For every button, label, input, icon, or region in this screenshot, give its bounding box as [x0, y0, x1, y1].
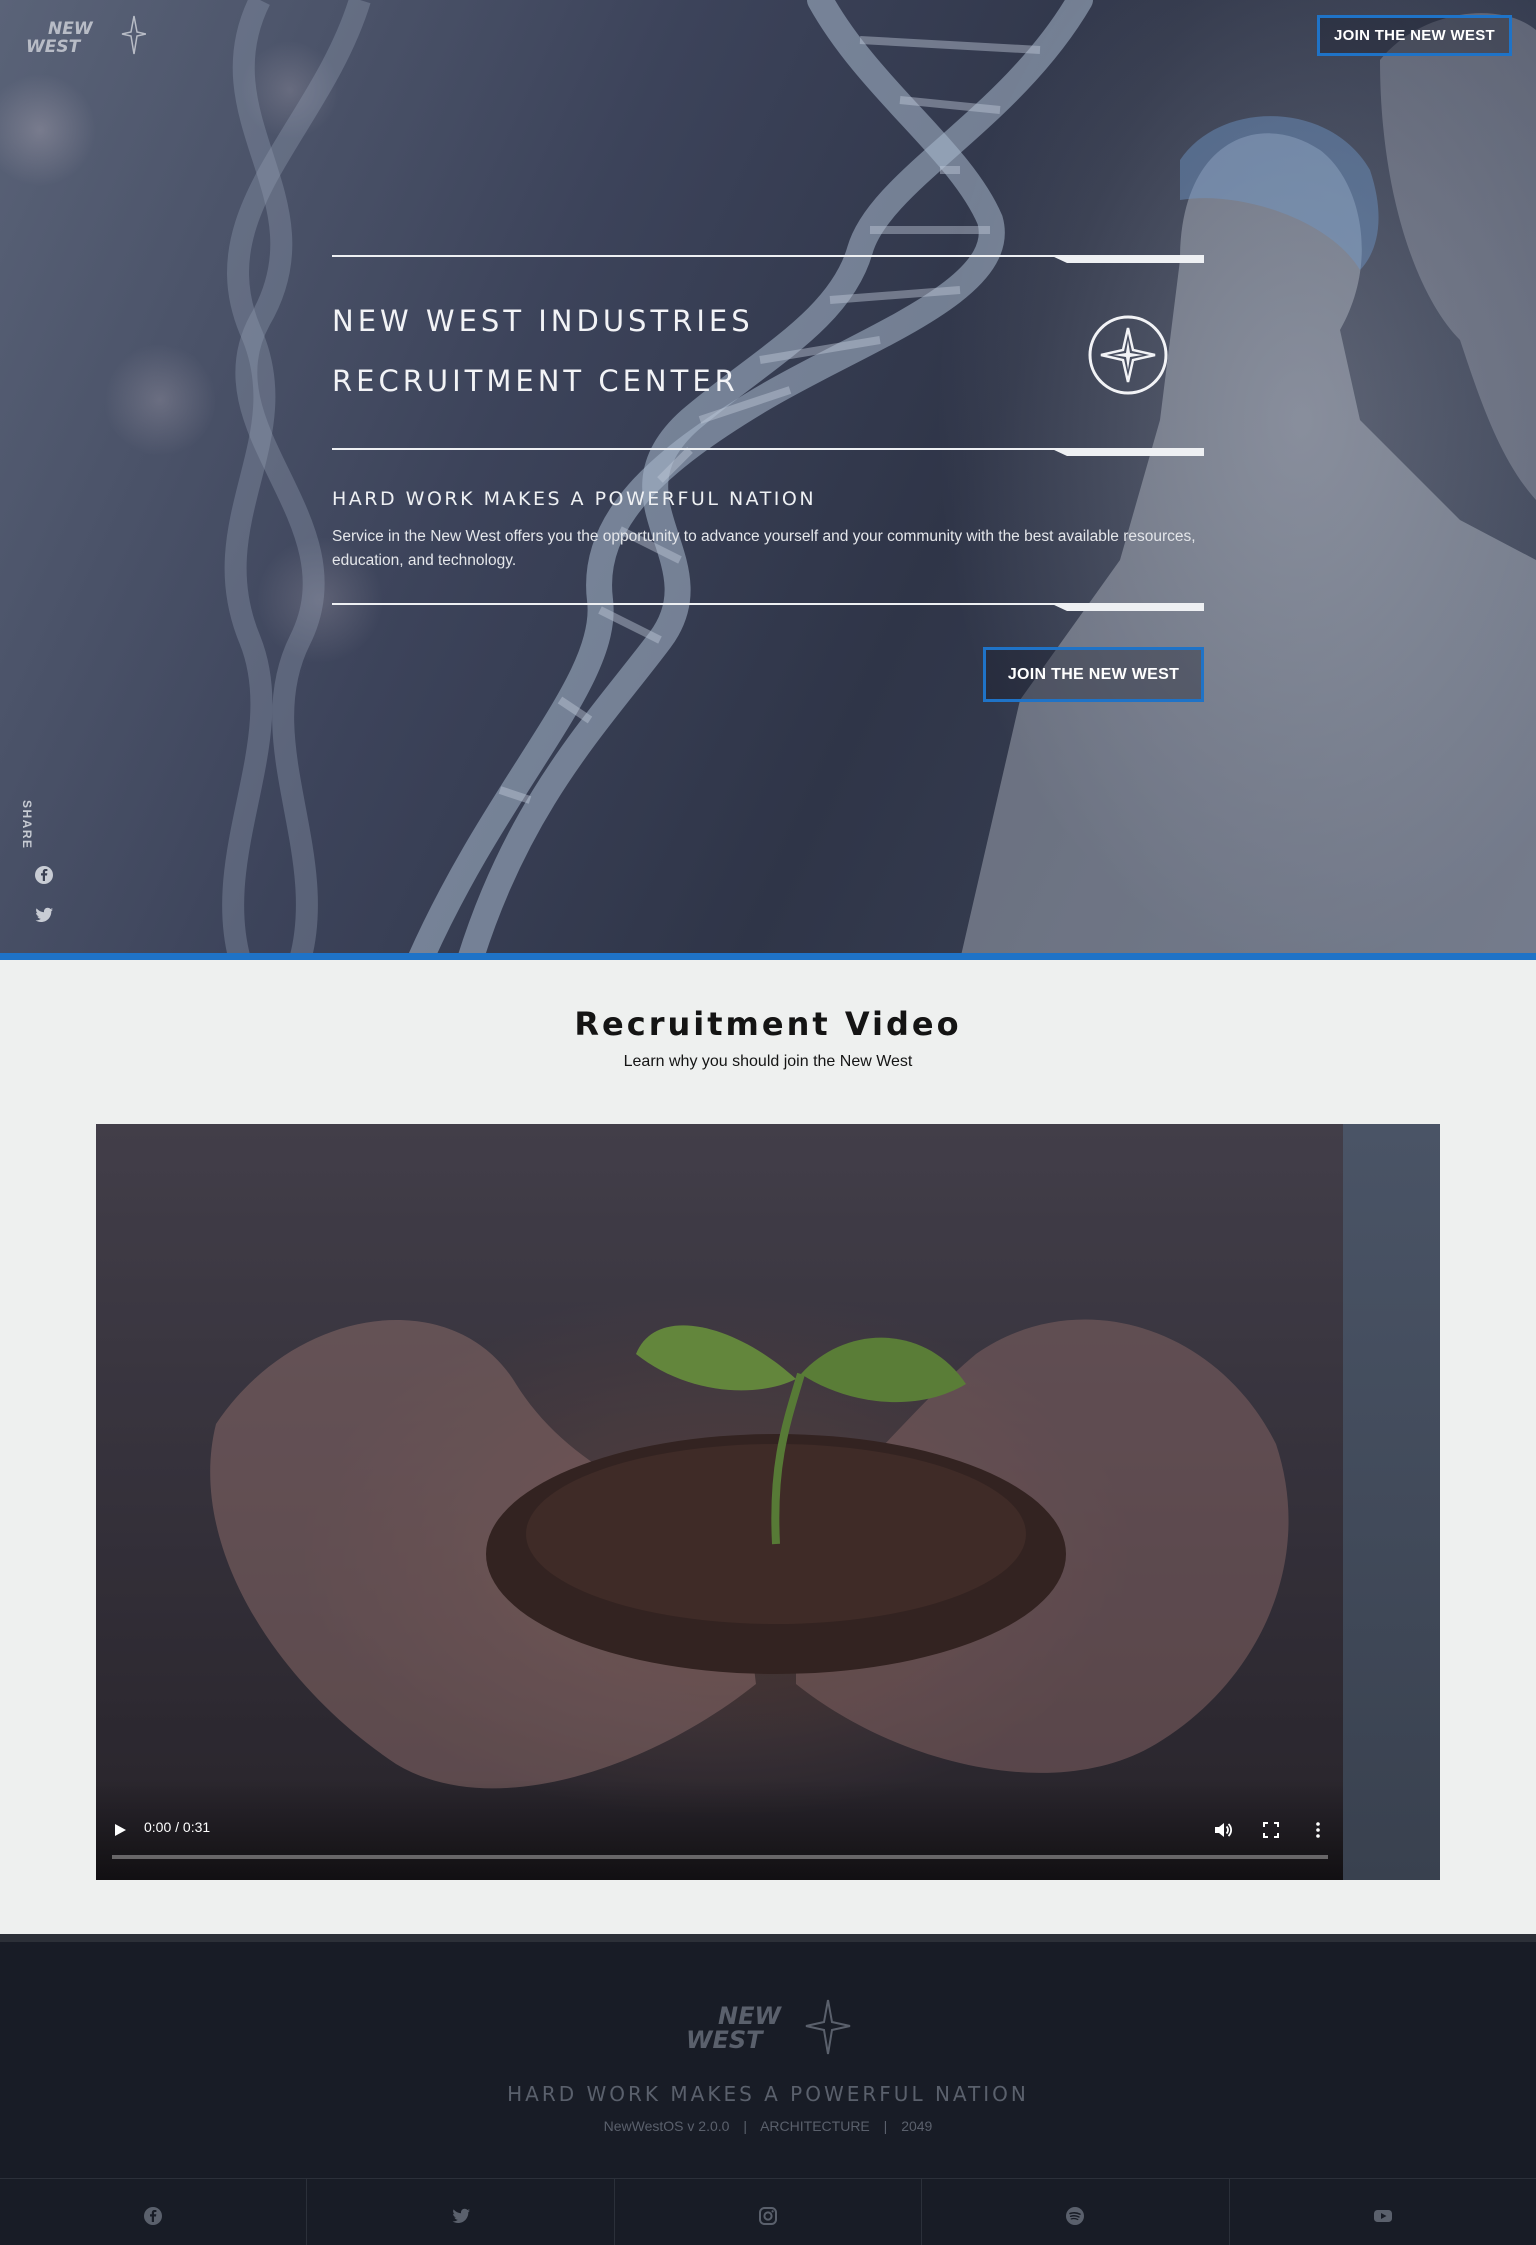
footer-twitter-link[interactable]: [307, 2179, 615, 2245]
dna-helix-background: [222, 0, 1536, 960]
join-button-hero[interactable]: JOIN THE NEW WEST: [983, 647, 1204, 702]
share-label: SHARE: [20, 800, 34, 850]
video-section-title: Recruitment Video: [574, 1005, 962, 1043]
footer-social-row: [0, 2178, 1536, 2245]
footer-youtube-link[interactable]: [1230, 2179, 1536, 2245]
hero-title-line-2: RECRUITMENT CENTER: [332, 364, 739, 398]
hero-section: NEW WEST JOIN THE NEW WEST NEW WEST INDU…: [0, 0, 1536, 960]
footer-tagline: HARD WORK MAKES A POWERFUL NATION: [507, 2082, 1029, 2106]
footer-instagram-link[interactable]: [615, 2179, 923, 2245]
spotify-icon: [1066, 2207, 1085, 2225]
footer-section: ARCHITECTURE: [760, 2118, 870, 2134]
footer-facebook-link[interactable]: [0, 2179, 308, 2245]
video-section-subtitle: Learn why you should join the New West: [623, 1053, 913, 1070]
facebook-icon: [144, 2207, 163, 2225]
divider-rule-middle: [332, 448, 1204, 456]
join-button-header[interactable]: JOIN THE NEW WEST: [1317, 15, 1512, 56]
footer-version: NewWestOS v 2.0.0: [603, 2118, 730, 2134]
instagram-icon: [759, 2207, 778, 2225]
footer-meta: NewWestOS v 2.0.0 | ARCHITECTURE | 2049: [0, 2118, 1536, 2134]
video-progress-bar[interactable]: [112, 1855, 1328, 1859]
video-controls-bar: [96, 1780, 1343, 1880]
fullscreen-icon[interactable]: [1263, 1822, 1279, 1838]
video-time: 0:00 / 0:31: [144, 1819, 211, 1835]
video-side-panel: [1343, 1124, 1440, 1880]
hero-description: Service in the New West offers you the o…: [332, 528, 1196, 569]
footer-separator: |: [743, 2118, 747, 2134]
site-footer: NEW WEST HARD WORK MAKES A POWERFUL NATI…: [0, 1934, 1536, 2245]
divider-rule-bottom: [332, 603, 1204, 611]
hero-subheading: HARD WORK MAKES A POWERFUL NATION: [332, 488, 817, 510]
video-poster-hands-seedling: [96, 1124, 1440, 1880]
play-icon[interactable]: [113, 1823, 127, 1837]
footer-year: 2049: [901, 2118, 933, 2134]
new-west-footer-logo[interactable]: NEW WEST: [682, 1998, 852, 2058]
svg-text:WEST: WEST: [686, 2026, 764, 2054]
svg-text:NEW: NEW: [48, 19, 94, 39]
volume-icon[interactable]: [1213, 1820, 1233, 1840]
twitter-icon: [452, 2208, 470, 2223]
twitter-icon[interactable]: [34, 905, 54, 925]
footer-separator: |: [883, 2118, 888, 2134]
svg-text:WEST: WEST: [26, 37, 82, 57]
hero-title-line-1: NEW WEST INDUSTRIES: [332, 304, 754, 338]
youtube-icon: [1373, 2210, 1392, 2222]
more-options-icon[interactable]: [1313, 1821, 1323, 1839]
four-point-star-emblem-icon: [1088, 315, 1168, 395]
new-west-logo[interactable]: NEW WEST: [22, 14, 146, 60]
divider-rule-top: [332, 255, 1204, 263]
recruitment-video-player[interactable]: [96, 1124, 1440, 1880]
footer-spotify-link[interactable]: [922, 2179, 1230, 2245]
facebook-icon[interactable]: [34, 865, 54, 885]
